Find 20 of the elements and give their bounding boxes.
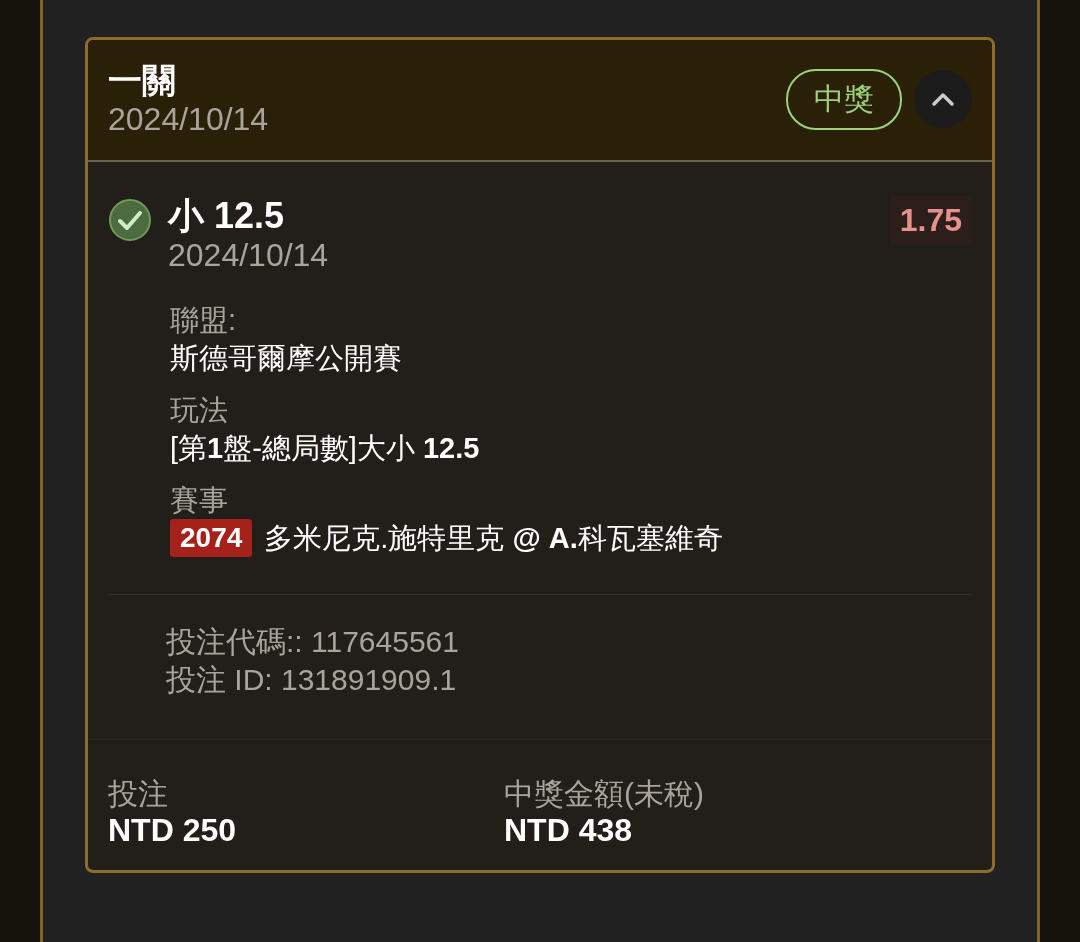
selection-date: 2024/10/14: [168, 236, 330, 274]
odds-badge: 1.75: [889, 196, 972, 245]
reference-text: 投注代碼:: 117645561: [166, 624, 460, 660]
detail-value: [第1盤-總局數]大小 12.5: [170, 431, 481, 466]
total-label: 中獎金額(未稅): [504, 776, 705, 812]
detail-label: 玩法: [170, 393, 229, 428]
bet-date: 2024/10/14: [108, 100, 270, 138]
chevron-icon: [930, 91, 956, 107]
event-code-badge: 2074: [170, 519, 253, 557]
matchup-text: 多米尼克.施特里克 @ A.科瓦塞維奇: [264, 521, 723, 556]
detail-label: 賽事: [170, 483, 229, 518]
selection-title: 小 12.5: [168, 196, 286, 236]
total-label: 投注: [108, 776, 169, 812]
reference-text: 投注 ID: 131891909.1: [166, 662, 458, 698]
bet-type-title: 一關: [108, 60, 177, 100]
total-amount: NTD 250: [108, 812, 238, 848]
status-pill: 中獎: [786, 68, 902, 130]
detail-label: 聯盟:: [170, 303, 238, 338]
total-amount: NTD 438: [504, 812, 634, 848]
detail-value: 斯德哥爾摩公開賽: [170, 341, 403, 376]
